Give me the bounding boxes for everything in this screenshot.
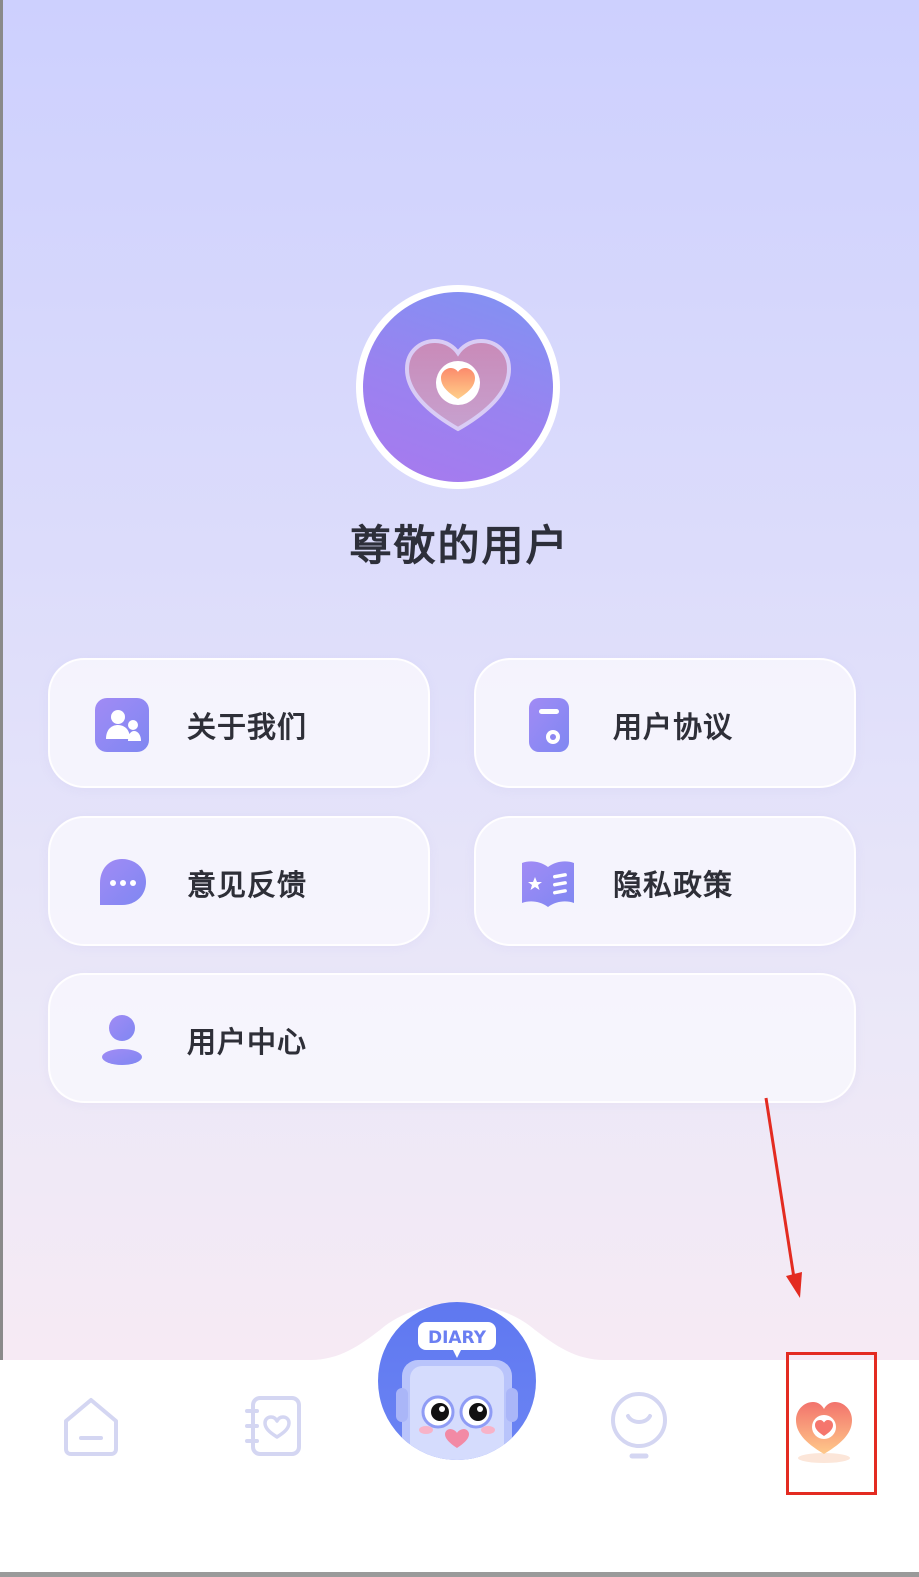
chat-bubble-icon [94, 855, 150, 911]
lightbulb-icon [611, 1392, 667, 1459]
avatar-circle [363, 292, 553, 482]
user-agreement-card[interactable]: 用户协议 [474, 658, 856, 788]
user-center-label: 用户中心 [187, 1025, 308, 1059]
nav-home-button[interactable] [58, 1393, 124, 1459]
home-icon [64, 1398, 118, 1456]
window-bottom-edge [0, 1572, 919, 1577]
person-icon [94, 1012, 150, 1068]
avatar[interactable] [356, 285, 560, 489]
annotation-arrow [764, 1097, 802, 1298]
privacy-policy-label: 隐私政策 [613, 868, 734, 902]
book-star-icon [520, 855, 576, 911]
privacy-policy-card[interactable]: 隐私政策 [474, 816, 856, 946]
annotation-highlight-box [786, 1352, 877, 1495]
feedback-label: 意见反馈 [187, 868, 308, 902]
heart-notebook-icon [245, 1396, 301, 1456]
document-icon [520, 697, 576, 753]
nav-ideas-button[interactable] [606, 1390, 672, 1462]
username-label: 尊敬的用户 [349, 521, 570, 570]
heart-logo-icon [404, 338, 512, 432]
people-icon [94, 697, 150, 753]
nav-center-diary-button[interactable]: DIARY [378, 1302, 536, 1460]
nav-diary-button[interactable] [242, 1393, 308, 1459]
feedback-card[interactable]: 意见反馈 [48, 816, 430, 946]
user-agreement-label: 用户协议 [613, 710, 734, 744]
about-us-label: 关于我们 [187, 710, 308, 744]
diary-robot-icon: DIARY [396, 1322, 518, 1460]
diary-badge-text: DIARY [428, 1328, 487, 1348]
about-us-card[interactable]: 关于我们 [48, 658, 430, 788]
user-center-card[interactable]: 用户中心 [48, 973, 856, 1103]
